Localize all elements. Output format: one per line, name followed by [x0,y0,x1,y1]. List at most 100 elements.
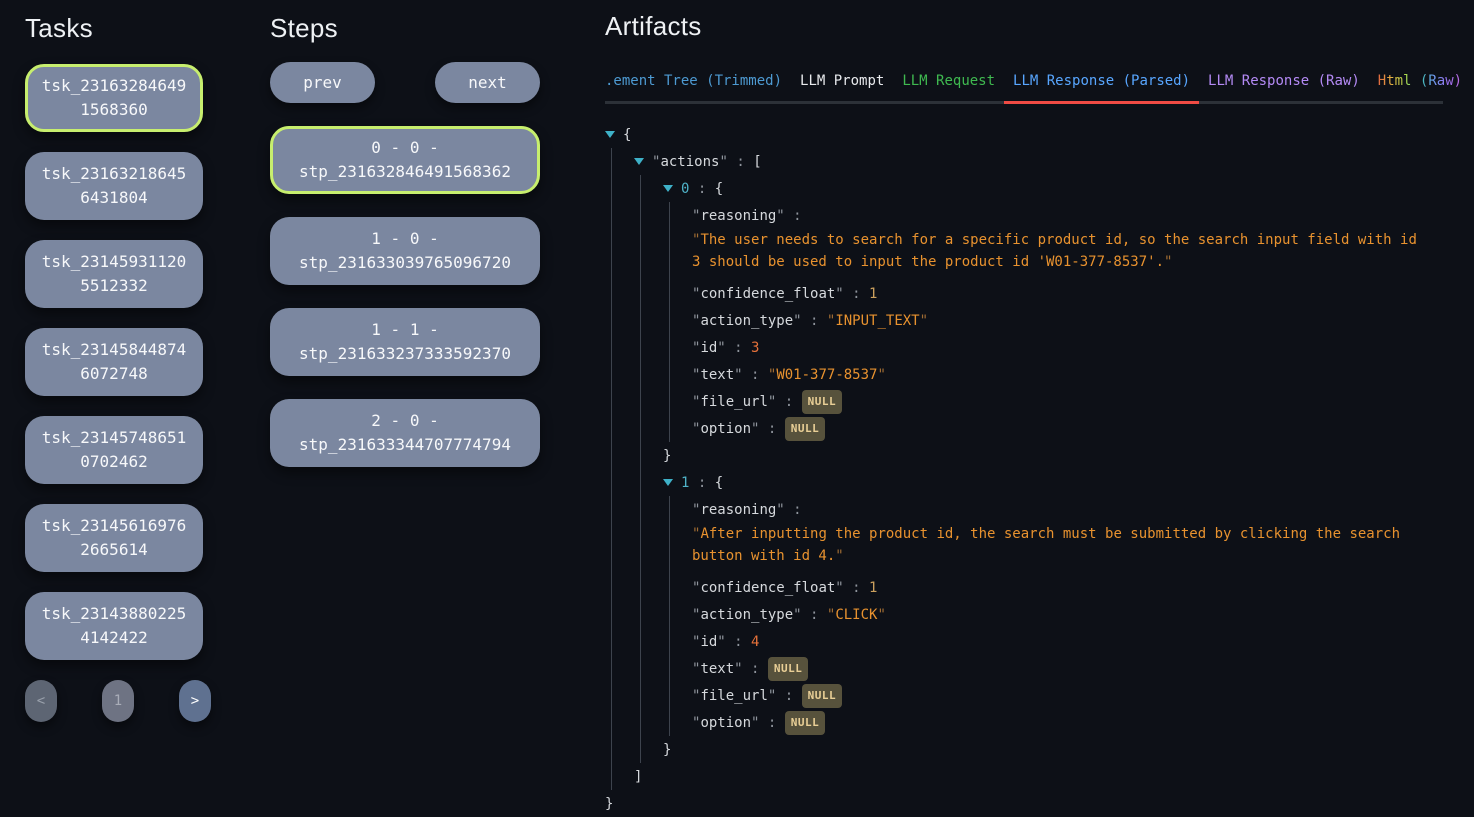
json-tree-viewer: {"actions" : [ 0 : { "reasoning" :"The use… [605,121,1443,817]
json-colon: : [759,419,784,439]
step-button[interactable]: 1 - 1 - stp_231633237333592370 [270,308,540,376]
json-null-badge: NULL [785,417,826,441]
json-quote: " [692,311,700,331]
json-index: 1 [681,473,689,493]
tab-ement-tree-trimmed[interactable]: .ement Tree (Trimmed) [605,68,791,104]
task-button[interactable]: tsk_231456169762665614 [25,504,203,572]
tab-llm-request[interactable]: LLM Request [893,68,1004,104]
json-row: "option" : NULL [692,709,1443,736]
json-key: confidence_float [700,284,835,304]
json-quote: " [652,152,660,172]
json-quote: " [717,338,725,358]
json-quote: " [835,578,843,598]
json-children: "reasoning" :"After inputting the produc… [669,496,1443,736]
artifacts-title: Artifacts [605,10,1443,42]
tab-html-raw[interactable]: Html (Raw) [1369,68,1471,104]
json-row: } [605,790,1443,817]
page-prev-button[interactable]: < [25,680,57,722]
json-key: action_type [700,605,793,625]
json-children: "reasoning" :"The user needs to search f… [669,202,1443,442]
json-colon: : [802,311,827,331]
json-quote: " [692,500,700,520]
collapse-toggle-icon[interactable] [634,158,644,165]
json-value-string: After inputting the product id, the sear… [700,526,1400,542]
json-quote: " [751,713,759,733]
json-row: "actions" : [ [634,148,1443,175]
json-value-string: INPUT_TEXT [835,311,919,331]
json-string-line: "After inputting the product id, the sea… [692,523,1437,545]
json-string-block: "The user needs to search for a specific… [692,229,1437,273]
json-string-line: 3 should be used to input the product id… [692,251,1437,273]
step-nav: prev next [270,62,540,103]
json-index: 0 [681,179,689,199]
json-quote: " [734,659,742,679]
task-button[interactable]: tsk_231457486510702462 [25,416,203,484]
json-key: id [700,338,717,358]
json-colon: : [743,365,768,385]
json-key: text [700,365,734,385]
json-row: "id" : 3 [692,334,1443,361]
json-quote: " [877,365,885,385]
json-string-block: " After inputting the product id, the sea… [692,523,1437,567]
tab-llm-prompt[interactable]: LLM Prompt [791,68,893,104]
json-null-badge: NULL [785,711,826,735]
json-quote: " [827,605,835,625]
json-colon: : [802,605,827,625]
step-button[interactable]: 2 - 0 - stp_231633344707774794 [270,399,540,467]
json-null-badge: NULL [802,390,843,414]
task-button[interactable]: tsk_231438802254142422 [25,592,203,660]
json-value-int: 4 [751,632,759,652]
json-row: "reasoning" : [692,202,1443,229]
collapse-toggle-icon[interactable] [663,479,673,486]
json-value-int: 3 [751,338,759,358]
json-string-line: "The user needs to search for a specific… [692,229,1437,251]
json-close-bracket: } [663,740,671,760]
json-row: } [663,442,1443,469]
json-children: "actions" : [ 0 : { "reasoning" :"The user… [611,148,1443,790]
json-string-line: button with id 4." [692,545,1437,567]
task-button[interactable]: tsk_231632846491568360 [25,64,203,132]
json-quote: " [835,284,843,304]
step-button[interactable]: 1 - 0 - stp_231633039765096720 [270,217,540,285]
json-value-string: CLICK [835,605,877,625]
artifacts-tabbar: .ement Tree (Trimmed)LLM PromptLLM Reque… [605,68,1443,104]
json-quote: " [719,152,727,172]
task-button[interactable]: tsk_231459311205512332 [25,240,203,308]
json-key: action_type [700,311,793,331]
task-button[interactable]: tsk_231632186456431804 [25,152,203,220]
page-next-button[interactable]: > [179,680,211,722]
artifacts-panel: Artifacts .ement Tree (Trimmed)LLM Promp… [605,10,1443,817]
json-quote: " [692,605,700,625]
json-colon: : [785,500,802,520]
page-number-button[interactable]: 1 [102,680,134,722]
json-row: "id" : 4 [692,628,1443,655]
prev-step-button[interactable]: prev [270,62,375,103]
collapse-toggle-icon[interactable] [663,185,673,192]
json-quote: " [751,419,759,439]
json-value-string: 3 should be used to input the product id… [692,254,1164,270]
json-quote: " [768,365,776,385]
json-close-bracket: } [605,794,613,814]
json-quote: " [793,311,801,331]
collapse-toggle-icon[interactable] [605,131,615,138]
next-step-button[interactable]: next [435,62,540,103]
json-quote: " [692,686,700,706]
tab-llm-response-raw[interactable]: LLM Response (Raw) [1199,68,1369,104]
json-row: "action_type" : "INPUT_TEXT" [692,307,1443,334]
tab-label: Html (Raw) [1378,73,1462,89]
json-quote: " [692,632,700,652]
json-row: "option" : NULL [692,415,1443,442]
task-button[interactable]: tsk_231458448746072748 [25,328,203,396]
json-quote: " [717,632,725,652]
json-row: "text" : NULL [692,655,1443,682]
json-colon: : [844,284,869,304]
json-quote: " [692,659,700,679]
json-quote: " [692,419,700,439]
json-quote: " [835,548,843,564]
tab-llm-response-parsed[interactable]: LLM Response (Parsed) [1004,68,1199,104]
step-button[interactable]: 0 - 0 - stp_231632846491568362 [270,126,540,194]
json-key: option [700,713,751,733]
json-row: "text" : "W01-377-8537" [692,361,1443,388]
json-quote: " [692,578,700,598]
json-open-bracket: { [715,179,723,199]
